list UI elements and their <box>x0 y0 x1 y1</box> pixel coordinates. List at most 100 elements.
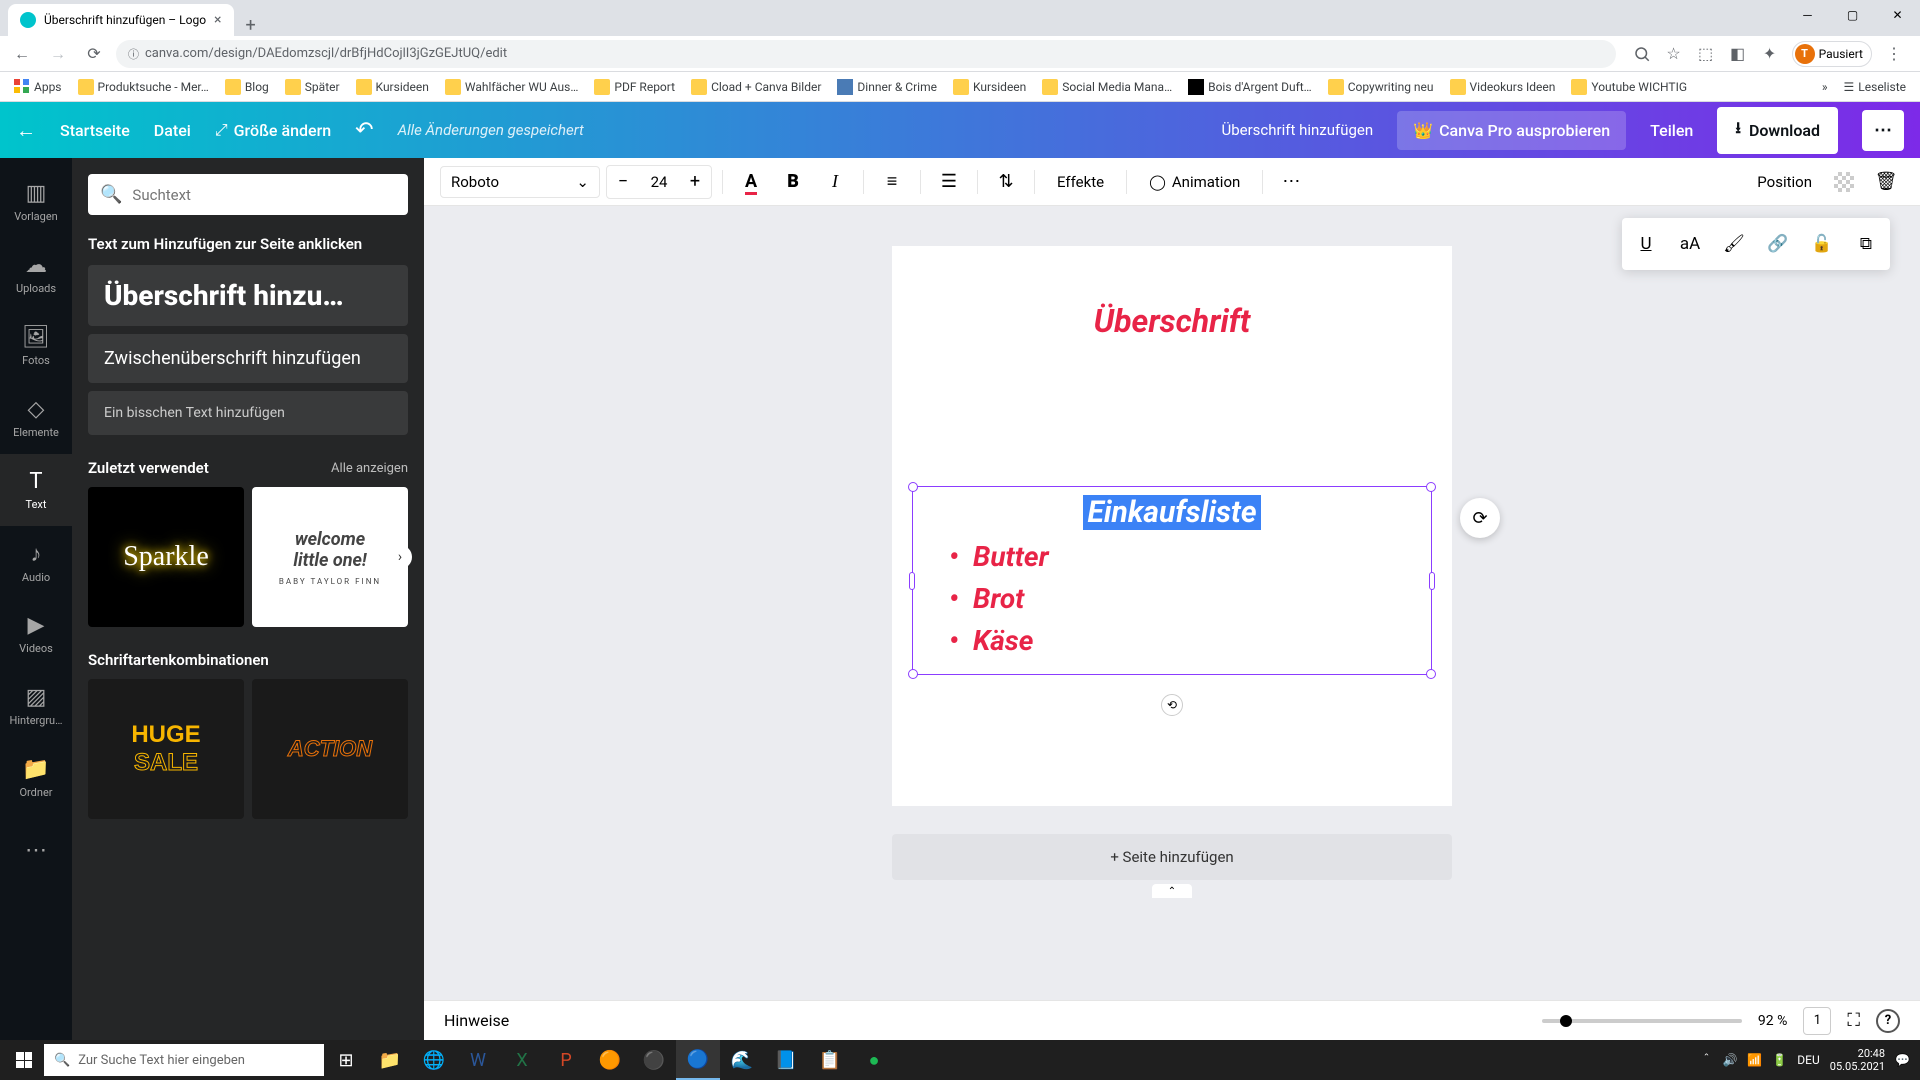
zoom-thumb[interactable] <box>1560 1015 1572 1027</box>
reading-list-button[interactable]: ☰ Leseliste <box>1838 76 1912 98</box>
close-tab-icon[interactable]: × <box>214 12 221 28</box>
expand-pages-icon[interactable]: ⌃ <box>1152 884 1192 898</box>
italic-button[interactable]: I <box>817 164 853 200</box>
bookmark-item[interactable]: Blog <box>219 75 275 99</box>
tray-chevron-icon[interactable]: ＾ <box>1700 1052 1712 1069</box>
download-button[interactable]: ⭳ Download <box>1717 107 1838 154</box>
spotify-icon[interactable]: ● <box>852 1040 896 1080</box>
list-button[interactable]: ☰ <box>931 164 967 200</box>
browser-tab[interactable]: Überschrift hinzufügen – Logo × <box>8 4 234 36</box>
document-title[interactable]: Überschrift hinzufügen <box>1222 121 1374 139</box>
fullscreen-icon[interactable]: ⛶ <box>1847 1010 1860 1031</box>
zoom-icon[interactable] <box>1632 44 1652 64</box>
chrome-icon[interactable]: 🔵 <box>676 1040 720 1080</box>
rail-templates[interactable]: ▥Vorlagen <box>0 166 72 238</box>
bookmark-star-icon[interactable]: ☆ <box>1664 44 1684 64</box>
zoom-slider[interactable] <box>1542 1019 1742 1023</box>
maximize-window-icon[interactable]: ▢ <box>1830 0 1875 30</box>
bookmark-item[interactable]: Kursideen <box>350 75 435 99</box>
more-text-options[interactable]: ⋯ <box>1273 164 1309 200</box>
resize-handle[interactable] <box>908 669 918 679</box>
app-icon[interactable]: 🟠 <box>588 1040 632 1080</box>
wifi-icon[interactable]: 📶 <box>1747 1053 1762 1067</box>
bookmark-item[interactable]: Social Media Mana… <box>1036 75 1178 99</box>
add-body-tile[interactable]: Ein bisschen Text hinzufügen <box>88 391 408 435</box>
bookmark-overflow[interactable]: » <box>1816 76 1834 98</box>
rail-uploads[interactable]: ☁Uploads <box>0 238 72 310</box>
font-size-value[interactable]: 24 <box>639 173 679 191</box>
list-title-selected[interactable]: Einkaufsliste <box>1083 495 1260 530</box>
notifications-icon[interactable]: 💬 <box>1895 1053 1910 1067</box>
site-info-icon[interactable]: ⓘ <box>128 46 139 62</box>
more-menu-button[interactable]: ⋯ <box>1862 110 1904 151</box>
bookmark-item[interactable]: Kursideen <box>947 75 1032 99</box>
text-color-button[interactable]: A <box>733 164 769 200</box>
new-tab-button[interactable]: + <box>234 15 268 36</box>
browser-menu-icon[interactable]: ⋮ <box>1884 44 1904 64</box>
add-subheading-tile[interactable]: Zwischenüberschrift hinzufügen <box>88 334 408 383</box>
effects-button[interactable]: Effekte <box>1045 173 1116 191</box>
next-thumbs-icon[interactable]: › <box>388 545 412 569</box>
list-item[interactable]: Butter <box>949 536 1419 578</box>
obs-icon[interactable]: ⚫ <box>632 1040 676 1080</box>
font-size-decrease[interactable]: − <box>607 166 639 198</box>
extension-icon[interactable]: ⬚ <box>1696 44 1716 64</box>
bookmark-item[interactable]: Produktsuche - Mer… <box>72 75 215 99</box>
spacing-button[interactable]: ⇅ <box>988 164 1024 200</box>
font-family-select[interactable]: Roboto ⌄ <box>440 166 600 198</box>
lock-button[interactable]: 🔓 <box>1802 226 1842 262</box>
address-bar[interactable]: ⓘ canva.com/design/DAEdomzscjl/drBfjHdCo… <box>116 40 1616 68</box>
share-button[interactable]: Teilen <box>1650 121 1693 140</box>
canvas-page[interactable]: Überschrift Einkaufsliste Butter Brot Kä… <box>892 246 1452 806</box>
bookmark-item[interactable]: Videokurs Ideen <box>1444 75 1562 99</box>
rail-text[interactable]: TText <box>0 454 72 526</box>
animation-button[interactable]: ◯ Animation <box>1137 173 1252 191</box>
apps-button[interactable]: Apps <box>8 75 68 99</box>
resize-handle[interactable] <box>1426 482 1436 492</box>
template-thumb-sparkle[interactable]: Sparkle <box>88 487 244 627</box>
link-button[interactable]: 🔗 <box>1758 226 1798 262</box>
resize-button[interactable]: ⤢ Größe ändern <box>215 120 331 140</box>
template-thumb-huge-sale[interactable]: HUGE SALE <box>88 679 244 819</box>
bookmark-item[interactable]: Bois d'Argent Duft… <box>1182 75 1318 99</box>
font-size-increase[interactable]: + <box>679 166 711 198</box>
delete-button[interactable]: 🗑 <box>1868 164 1904 200</box>
back-icon[interactable]: ← <box>8 40 36 68</box>
search-input[interactable] <box>132 186 396 204</box>
template-thumb-welcome[interactable]: welcome little one! BABY TAYLOR FINN <box>252 487 408 627</box>
bookmark-item[interactable]: Später <box>279 75 346 99</box>
word-icon[interactable]: W <box>456 1040 500 1080</box>
resize-handle[interactable] <box>909 572 915 590</box>
file-menu[interactable]: Datei <box>154 121 191 140</box>
format-painter-button[interactable]: 🖌 <box>1714 226 1754 262</box>
bookmark-item[interactable]: Copywriting neu <box>1322 75 1440 99</box>
excel-icon[interactable]: X <box>500 1040 544 1080</box>
see-all-link[interactable]: Alle anzeigen <box>331 461 408 476</box>
language-indicator[interactable]: DEU <box>1797 1053 1819 1067</box>
add-page-button[interactable]: + Seite hinzufügen <box>892 834 1452 880</box>
clock[interactable]: 20:48 05.05.2021 <box>1830 1047 1885 1073</box>
powerpoint-icon[interactable]: P <box>544 1040 588 1080</box>
rail-photos[interactable]: 🖼Fotos <box>0 310 72 382</box>
rail-elements[interactable]: ◇Elemente <box>0 382 72 454</box>
heading-text-element[interactable]: Überschrift <box>892 302 1452 340</box>
app-icon-2[interactable]: 📘 <box>764 1040 808 1080</box>
back-arrow-icon[interactable]: ← <box>16 118 36 143</box>
volume-icon[interactable]: 🔊 <box>1722 1053 1737 1067</box>
close-window-icon[interactable]: ✕ <box>1875 0 1920 30</box>
edge-icon[interactable]: 🌊 <box>720 1040 764 1080</box>
taskbar-search[interactable]: 🔍 Zur Suche Text hier eingeben <box>44 1044 324 1076</box>
app-icon-3[interactable]: 📋 <box>808 1040 852 1080</box>
rail-folders[interactable]: 📁Ordner <box>0 742 72 814</box>
rail-videos[interactable]: ▶Videos <box>0 598 72 670</box>
underline-button[interactable]: U <box>1626 226 1666 262</box>
alignment-button[interactable]: ≡ <box>874 164 910 200</box>
rail-audio[interactable]: ♪Audio <box>0 526 72 598</box>
bookmark-item[interactable]: Dinner & Crime <box>831 75 943 99</box>
page-indicator[interactable]: 1 <box>1803 1007 1831 1035</box>
bookmark-item[interactable]: Cload + Canva Bilder <box>685 75 827 99</box>
list-item[interactable]: Brot <box>949 578 1419 620</box>
explorer-icon[interactable]: 📁 <box>368 1040 412 1080</box>
profile-button[interactable]: T Pausiert <box>1792 41 1872 67</box>
resize-handle[interactable] <box>1426 669 1436 679</box>
